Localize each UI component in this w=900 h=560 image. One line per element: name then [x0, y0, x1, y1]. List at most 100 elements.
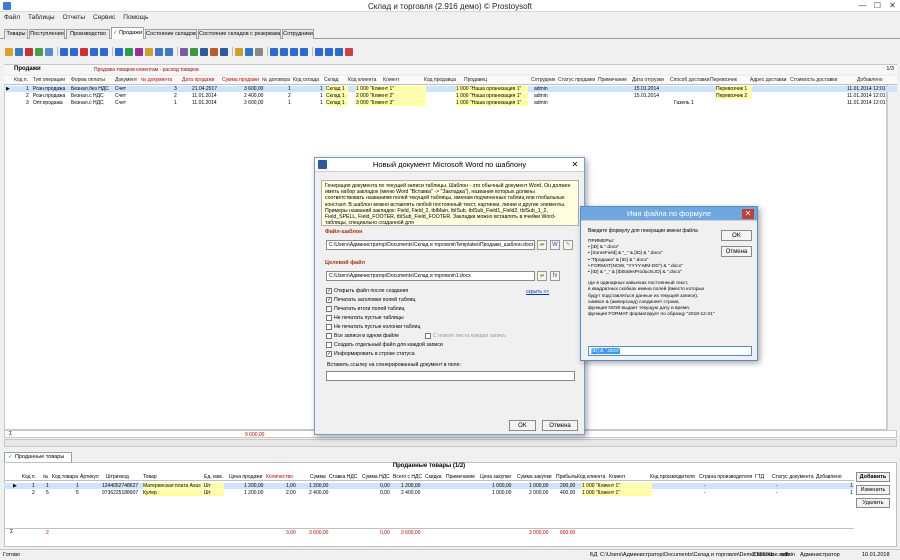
tab-warehouse-state[interactable]: Состояние складов [145, 29, 197, 39]
col-header[interactable]: Код п. [14, 77, 28, 83]
tab-warehouse-reserves[interactable]: Состояние складов с резервами [198, 29, 281, 39]
template-icon[interactable] [220, 47, 228, 56]
option-page-break[interactable]: С нового листа каждая запись [425, 333, 506, 339]
refresh-icon[interactable] [315, 47, 323, 56]
delete-button[interactable]: Удалить [856, 498, 890, 508]
sort-icon[interactable] [115, 47, 123, 56]
export-icon[interactable] [245, 47, 253, 56]
copy-icon[interactable] [35, 47, 43, 56]
col-header[interactable]: Тип операции [33, 77, 65, 83]
folder-open-icon[interactable]: ▰ [537, 271, 547, 281]
menu-file[interactable]: Файл [0, 14, 24, 21]
col-header[interactable]: Количество [266, 474, 293, 480]
filter-select-icon[interactable] [90, 47, 98, 56]
next-record-icon[interactable] [290, 47, 298, 56]
option-print-totals[interactable]: Печатать итоги полей таблиц [326, 306, 405, 312]
col-header[interactable]: Склад [324, 77, 338, 83]
col-header[interactable]: Прибыль [556, 474, 577, 480]
table-row[interactable]: 2 Розн.продажа Безнал.с НДС Счет 2 11.01… [4, 93, 897, 99]
col-header[interactable]: Адрес доставки [750, 77, 787, 83]
col-header[interactable]: Способ доставки [670, 77, 710, 83]
filter-icon[interactable] [60, 47, 68, 56]
option-status-info[interactable]: ✓ Информировать в строке статуса [326, 351, 415, 357]
col-header[interactable]: Всего с НДС [393, 474, 422, 480]
tab-employees[interactable]: Сотрудники [282, 29, 314, 39]
filter-remove-icon[interactable] [80, 47, 88, 56]
col-header[interactable]: Перевозчик [710, 77, 737, 83]
minimize-button[interactable]: — [855, 0, 870, 12]
word-icon[interactable] [200, 47, 208, 56]
col-header[interactable]: Товар [143, 474, 157, 480]
option-open-after[interactable]: ✓ Открыть файл после создания [326, 288, 408, 294]
menu-service[interactable]: Сервис [89, 14, 119, 21]
formula-ok-button[interactable]: OK [721, 230, 752, 241]
add-button[interactable]: Добавить [856, 472, 890, 482]
col-header[interactable]: Код продавца [424, 77, 456, 83]
table-row[interactable]: 3 Опт.продажа Безнал.с НДС Счет 1 11.01.… [4, 100, 897, 106]
col-header[interactable]: № договора [262, 77, 290, 83]
delete-icon[interactable] [25, 47, 33, 56]
col-header[interactable]: Скидка [425, 474, 442, 480]
link-field-input[interactable] [326, 371, 575, 381]
col-header[interactable]: Страна производителя [699, 474, 752, 480]
sales-grid-hscroll[interactable] [4, 439, 897, 447]
col-header[interactable]: Сумма НДС [362, 474, 390, 480]
edit-icon[interactable] [15, 47, 23, 56]
template-path-field[interactable]: C:\Users\Администратор\Documents\Склад и… [326, 240, 535, 250]
tab-goods[interactable]: Товары [4, 29, 28, 39]
table-row[interactable]: 2 5 5 9736225188907 Кулер Шт 1 200,00 2,… [4, 490, 854, 496]
col-header[interactable]: Дата продажи [182, 77, 214, 83]
menu-tables[interactable]: Таблицы [24, 14, 59, 21]
ok-button[interactable]: OK [509, 420, 536, 431]
option-separate-files[interactable]: Создать отдельный файл для каждой записи [326, 342, 443, 348]
report-icon[interactable] [210, 47, 218, 56]
menu-help[interactable]: Помощь [119, 14, 152, 21]
table-row[interactable]: ▶ 1 1 1 1244052748627 Материнская плата … [4, 483, 854, 489]
col-header[interactable]: Цена закупки [480, 474, 511, 480]
first-record-icon[interactable] [270, 47, 278, 56]
filter-clear-icon[interactable] [100, 47, 108, 56]
col-header[interactable]: Ставка НДС [329, 474, 357, 480]
col-header[interactable]: Статус продажи [558, 77, 595, 83]
col-header[interactable]: Ед. изм. [204, 474, 223, 480]
formula-input[interactable]: [ID] & ".docx" [588, 346, 752, 356]
col-header[interactable]: Клиент [609, 474, 625, 480]
close-button[interactable]: ✕ [885, 0, 900, 12]
word-open-icon[interactable]: W [550, 240, 560, 250]
settings-icon[interactable] [255, 47, 263, 56]
sort-desc-icon[interactable] [135, 47, 143, 56]
col-header[interactable]: № [43, 474, 48, 480]
col-header[interactable]: Продавец [464, 77, 487, 83]
menu-reports[interactable]: Отчеты [59, 14, 89, 21]
col-header[interactable]: Код клиента [348, 77, 376, 83]
col-header[interactable]: Форма оплаты [71, 77, 105, 83]
col-header[interactable]: ГТД [755, 474, 764, 480]
sort-asc-icon[interactable] [125, 47, 133, 56]
close-grid-icon[interactable] [345, 47, 353, 56]
formula-cancel-button[interactable]: Отмена [721, 246, 752, 257]
excel-icon[interactable] [190, 47, 198, 56]
col-header[interactable]: Код п. [22, 474, 36, 480]
col-header[interactable]: Клиент [383, 77, 399, 83]
col-header[interactable]: Артикул [80, 474, 99, 480]
hide-link[interactable]: скрыть << [526, 289, 549, 295]
option-print-headers[interactable]: ✓ Печатать заголовки полей таблиц [326, 297, 415, 303]
col-header[interactable]: Стоимость доставки [790, 77, 837, 83]
edit-icon[interactable]: ✎ [563, 240, 573, 250]
col-header[interactable]: Код производителя [650, 474, 695, 480]
tab-sold-goods[interactable]: ✓ Проданные товары [4, 452, 72, 462]
search-icon[interactable] [165, 47, 173, 56]
col-header[interactable]: Цена продажи [229, 474, 262, 480]
col-header[interactable]: Сумма закупки [517, 474, 552, 480]
prev-record-icon[interactable] [280, 47, 288, 56]
tab-production[interactable]: Производство [66, 29, 110, 39]
layout-icon[interactable] [335, 47, 343, 56]
tab-sales[interactable]: ✓ Продажи [111, 27, 144, 39]
maximize-button[interactable]: ☐ [870, 0, 885, 12]
columns-icon[interactable] [155, 47, 163, 56]
col-header[interactable]: Код товара [52, 474, 78, 480]
col-header[interactable]: Примечание [598, 77, 627, 83]
filter-add-icon[interactable] [70, 47, 78, 56]
col-header[interactable]: № документа [141, 77, 172, 83]
col-header[interactable]: Код склада [293, 77, 319, 83]
